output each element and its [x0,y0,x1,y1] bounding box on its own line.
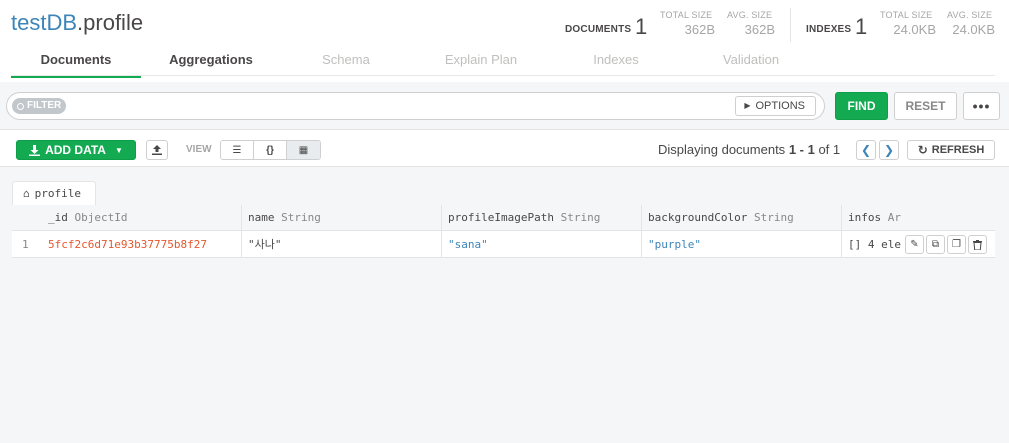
caret-right-icon: ▶ [744,101,751,110]
column-header-id[interactable]: _id ObjectId [42,205,242,231]
add-data-label: ADD DATA [45,143,106,157]
refresh-label: REFRESH [931,144,985,156]
column-header-name[interactable]: name String [242,205,442,231]
collection-tab-label: profile [34,187,81,200]
index-avg-size-value: 24.0KB [952,22,995,37]
upload-icon [152,145,162,155]
collection-name: .profile [77,10,144,35]
pencil-icon: ✎ [910,239,919,250]
table-header: _id ObjectId name String profileImagePat… [12,205,995,231]
reset-button[interactable]: RESET [894,92,957,120]
delete-document-button[interactable] [968,235,987,254]
column-type: String [281,211,321,224]
column-type: Ar [887,211,901,224]
view-label: VIEW [186,144,212,155]
cell-infos[interactable]: [] 4 ele [842,231,902,258]
total-size-value: 362B [684,22,715,37]
copy-document-button[interactable]: ⧉ [926,235,945,254]
column-type: String [753,211,794,224]
chevron-right-icon: ❯ [883,143,895,157]
page-title: testDB.profile [11,10,143,36]
column-name: infos [848,211,882,224]
stats-divider [790,8,791,42]
index-avg-size-label: AVG. SIZE [947,10,993,20]
index-total-size-value: 24.0KB [893,22,936,37]
column-name: _id [48,211,68,224]
options-button[interactable]: ▶ OPTIONS [735,96,816,116]
column-name: backgroundColor [648,211,748,224]
indexes-count: 1 [855,14,868,39]
total-size-label: TOTAL SIZE [660,10,713,20]
cell-id[interactable]: 5fcf2c6d71e93b37775b8f27 [42,231,242,258]
collection-header: testDB.profile DOCUMENTS 1 TOTAL SIZE 36… [0,0,1009,78]
column-name: name [248,211,275,224]
collection-tabs: Documents Aggregations Schema Explain Pl… [11,48,821,78]
column-type: String [560,211,601,224]
documents-table: _id ObjectId name String profileImagePat… [12,205,995,443]
column-type: ObjectId [74,211,128,224]
column-header-background-color[interactable]: backgroundColor String [642,205,842,231]
view-switcher: ☰ {} ▦ [220,140,321,160]
tabs-divider [11,75,995,76]
row-number-header [12,205,42,231]
previous-page-button[interactable]: ❮ [856,140,876,160]
next-page-button[interactable]: ❯ [879,140,899,160]
avg-size-label: AVG. SIZE [727,10,773,20]
refresh-button[interactable]: ↻ REFRESH [907,140,995,160]
collection-tab[interactable]: ⌂ profile [12,181,96,205]
add-data-button[interactable]: ADD DATA ▼ [16,140,136,160]
download-icon [29,144,41,156]
cell-profile-image-path[interactable]: "sana" [442,231,642,258]
edit-document-button[interactable]: ✎ [905,235,924,254]
clone-icon: ❐ [952,239,961,250]
find-button[interactable]: FIND [835,92,888,120]
pagination-status: Displaying documents 1 - 1 of 1 [658,142,840,157]
cell-background-color[interactable]: "purple" [642,231,842,258]
filter-pill-label: FILTER [27,100,62,111]
documents-toolbar: ADD DATA ▼ VIEW ☰ {} ▦ Displaying docume… [0,131,1009,167]
filter-input[interactable]: FILTER ▶ OPTIONS [6,92,825,120]
tab-explain-plan[interactable]: Explain Plan [411,48,551,78]
table-view-button[interactable]: ▦ [287,141,320,159]
tab-indexes[interactable]: Indexes [551,48,681,78]
index-total-size-label: TOTAL SIZE [880,10,933,20]
json-view-button[interactable]: {} [254,141,287,159]
tab-documents[interactable]: Documents [11,48,141,78]
filter-pill: FILTER [12,98,67,114]
filter-dot-icon [17,102,24,110]
cell-name[interactable]: "사나" [242,231,442,258]
row-actions: ✎ ⧉ ❐ [905,235,987,254]
avg-size-value: 362B [744,22,775,37]
copy-icon: ⧉ [931,239,940,250]
export-button[interactable] [146,140,168,160]
options-label: OPTIONS [755,100,805,112]
displaying-total: of 1 [818,142,841,157]
displaying-prefix: Displaying documents [658,142,786,157]
query-bar: FILTER ▶ OPTIONS FIND RESET ••• [0,82,1009,130]
column-header-infos[interactable]: infos Ar [842,205,995,231]
column-name: profileImagePath [448,211,554,224]
database-link[interactable]: testDB [11,10,77,35]
chevron-left-icon: ❮ [860,143,872,157]
tab-schema[interactable]: Schema [281,48,411,78]
more-options-button[interactable]: ••• [963,92,1000,120]
indexes-label: INDEXES [806,24,852,35]
documents-label: DOCUMENTS [565,24,632,35]
trash-icon [973,239,982,250]
tab-validation[interactable]: Validation [681,48,821,78]
list-view-button[interactable]: ☰ [221,141,254,159]
document-area: ⌂ profile _id ObjectId name String profi… [0,167,1009,443]
tab-aggregations[interactable]: Aggregations [141,48,281,78]
refresh-icon: ↻ [917,143,928,157]
displaying-range: 1 - 1 [788,142,815,157]
table-row[interactable]: 1 5fcf2c6d71e93b37775b8f27 "사나" "sana" "… [12,231,995,258]
documents-count: 1 [635,14,648,39]
column-header-profile-image-path[interactable]: profileImagePath String [442,205,642,231]
row-number: 1 [22,238,29,251]
clone-document-button[interactable]: ❐ [947,235,966,254]
caret-down-icon: ▼ [114,145,123,155]
home-icon: ⌂ [23,187,30,200]
